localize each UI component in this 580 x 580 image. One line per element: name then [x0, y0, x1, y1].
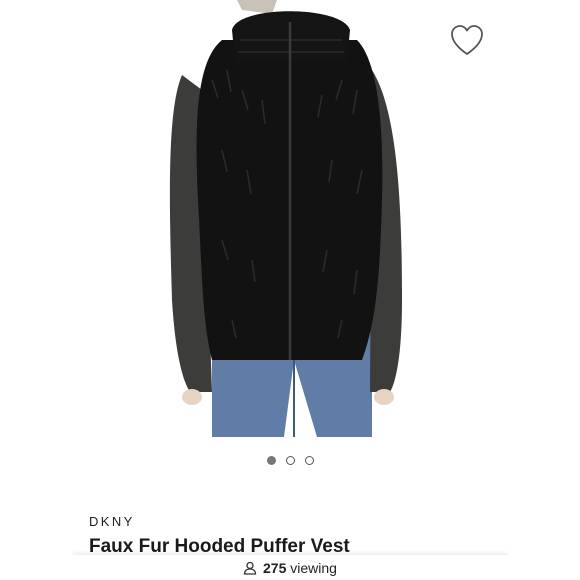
product-image[interactable]	[72, 0, 508, 445]
viewing-indicator: 275 viewing	[72, 555, 508, 580]
carousel-dot-2[interactable]	[285, 455, 295, 465]
heart-icon	[451, 25, 483, 55]
viewing-count: 275	[263, 559, 287, 576]
product-card: DKNY Faux Fur Hooded Puffer Vest 275 vie…	[72, 0, 508, 580]
viewing-label: viewing	[290, 559, 337, 576]
favorite-button[interactable]	[450, 24, 484, 58]
person-icon	[243, 561, 257, 575]
carousel-dot-3[interactable]	[304, 455, 314, 465]
brand-name[interactable]: DKNY	[89, 514, 135, 529]
carousel-indicators	[72, 452, 508, 468]
carousel-dot-1[interactable]	[266, 455, 276, 465]
